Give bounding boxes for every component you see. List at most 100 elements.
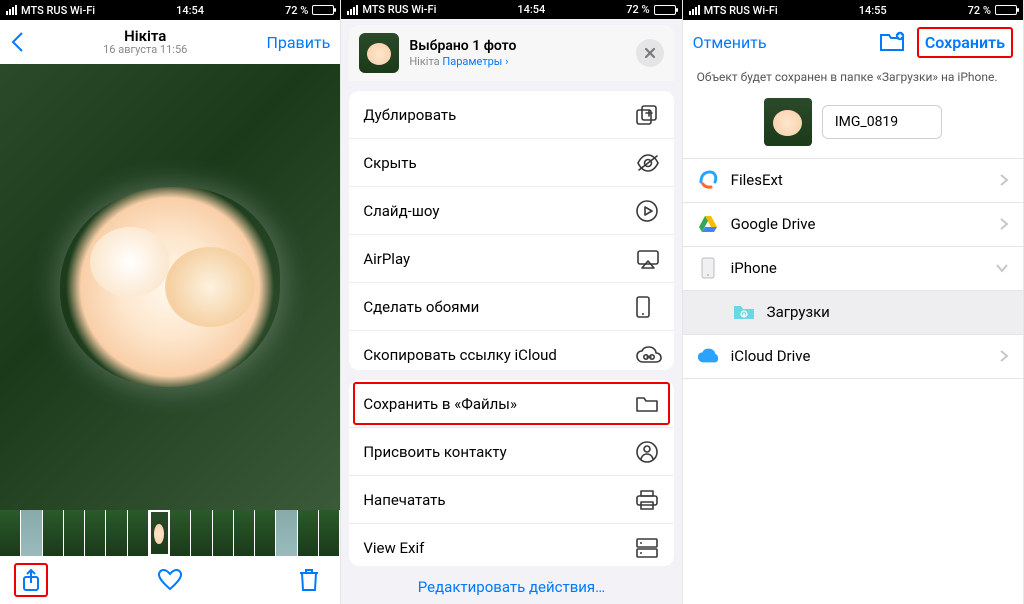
screen-save-to-files: MTS RUS Wi-Fi 14:55 72 % Отменить Сохран… [683, 0, 1024, 604]
location-label: Загрузки [767, 303, 830, 321]
chevron-right-icon [999, 173, 1009, 187]
status-time: 14:54 [176, 4, 204, 17]
action-exif[interactable]: View Exif [349, 524, 673, 566]
downloads-icon [733, 301, 755, 323]
action-label: View Exif [363, 539, 424, 557]
chevron-down-icon [995, 263, 1009, 273]
location-downloads[interactable]: Загрузки [683, 291, 1023, 335]
filename-field[interactable]: IMG_0819 [822, 105, 942, 139]
gdrive-icon [697, 213, 719, 235]
thumbnail[interactable] [298, 510, 319, 556]
save-location-message: Объект будет сохранен в папке «Загрузки»… [683, 64, 1023, 94]
action-print[interactable]: Напечатать [349, 476, 673, 524]
chevron-right-icon: › [505, 55, 508, 68]
delete-button[interactable] [292, 563, 326, 597]
icloud-icon [697, 345, 719, 367]
action-wallpaper[interactable]: Сделать обоями [349, 283, 673, 331]
thumbnail[interactable] [106, 510, 127, 556]
action-airplay[interactable]: AirPlay [349, 235, 673, 283]
thumbnail[interactable] [234, 510, 255, 556]
thumbnail-strip[interactable] [0, 510, 340, 556]
thumbnail[interactable] [21, 510, 42, 556]
action-label: Слайд-шоу [363, 202, 439, 220]
battery-icon [654, 5, 676, 15]
status-bar: MTS RUS Wi-Fi 14:54 72 % [341, 0, 681, 19]
selected-count-label: Выбрано 1 фото [409, 38, 625, 55]
action-group-1: Дублировать Скрыть Слайд-шоу AirPlayСделать… [349, 91, 673, 370]
share-options-link[interactable]: Параметры [442, 55, 502, 68]
location-label: iPhone [731, 259, 777, 277]
thumbnail[interactable] [0, 510, 21, 556]
thumbnail[interactable] [85, 510, 106, 556]
exif-icon [636, 538, 660, 558]
screen-photo-detail: MTS RUS Wi-Fi 14:54 72 % Нікіта 16 авгус… [0, 0, 341, 604]
status-bar: MTS RUS Wi-Fi 14:54 72 % [0, 0, 340, 20]
file-thumbnail [764, 98, 812, 146]
location-label: FilesExt [731, 171, 783, 189]
iphone-icon [697, 257, 719, 279]
action-label: Скрыть [363, 154, 416, 172]
thumbnail[interactable] [43, 510, 64, 556]
thumbnail[interactable] [319, 510, 340, 556]
location-icloud[interactable]: iCloud Drive [683, 335, 1023, 379]
thumbnail[interactable] [213, 510, 234, 556]
duplicate-icon [636, 105, 660, 125]
edit-actions-link[interactable]: Редактировать действия… [341, 566, 681, 604]
photo-owner-title: Нікіта [103, 28, 187, 45]
thumbnail[interactable] [191, 510, 212, 556]
signal-icon [689, 5, 700, 15]
thumbnail[interactable] [128, 510, 149, 556]
action-contact[interactable]: Присвоить контакту [349, 428, 673, 476]
file-preview: IMG_0819 [683, 94, 1023, 158]
cancel-button[interactable]: Отменить [693, 33, 767, 52]
action-play[interactable]: Слайд-шоу [349, 187, 673, 235]
battery-percent: 72 % [968, 4, 991, 17]
favorite-button[interactable] [153, 563, 187, 597]
hide-icon [636, 154, 660, 172]
status-bar: MTS RUS Wi-Fi 14:55 72 % [683, 0, 1023, 20]
battery-icon [995, 5, 1017, 15]
thumbnail[interactable] [276, 510, 297, 556]
close-button[interactable] [636, 39, 664, 67]
nav-bar: Отменить Сохранить [683, 20, 1023, 64]
edit-button[interactable]: Править [266, 33, 330, 52]
location-filesext[interactable]: FilesExt [683, 159, 1023, 203]
locations-list: FilesExt Google Drive iPhone Загрузки iCloud… [683, 158, 1023, 379]
action-label: Сохранить в «Файлы» [363, 395, 517, 413]
print-icon [636, 490, 660, 510]
bottom-toolbar [0, 556, 340, 604]
chevron-right-icon [999, 349, 1009, 363]
action-label: Присвоить контакту [363, 443, 506, 461]
location-gdrive[interactable]: Google Drive [683, 203, 1023, 247]
action-hide[interactable]: Скрыть [349, 139, 673, 187]
new-folder-button[interactable] [879, 31, 905, 53]
cloudlink-icon [636, 346, 660, 364]
location-label: iCloud Drive [731, 347, 811, 365]
action-folder[interactable]: Сохранить в «Файлы» [349, 380, 673, 428]
chevron-right-icon [999, 217, 1009, 231]
action-label: Дублировать [363, 106, 456, 124]
play-icon [636, 200, 660, 222]
action-label: Напечатать [363, 491, 445, 509]
share-sheet-header: Выбрано 1 фото Нікіта Параметры › [349, 25, 673, 81]
folder-icon [636, 395, 660, 413]
screen-share-sheet: MTS RUS Wi-Fi 14:54 72 % Выбрано 1 фото … [341, 0, 682, 604]
thumbnail[interactable] [64, 510, 85, 556]
action-cloudlink[interactable]: Скопировать ссылку iCloud [349, 331, 673, 370]
location-iphone[interactable]: iPhone [683, 247, 1023, 291]
thumbnail[interactable] [255, 510, 276, 556]
back-button[interactable] [10, 31, 24, 53]
thumbnail-selected[interactable] [149, 510, 170, 556]
battery-icon [312, 5, 334, 15]
share-thumbnail [359, 33, 399, 73]
nav-bar: Нікіта 16 августа 11:56 Править [0, 20, 340, 64]
share-owner-label: Нікіта [409, 55, 439, 68]
photo-viewer[interactable] [0, 64, 340, 510]
action-duplicate[interactable]: Дублировать [349, 91, 673, 139]
thumbnail[interactable] [170, 510, 191, 556]
share-button[interactable] [14, 563, 48, 597]
save-button[interactable]: Сохранить [917, 27, 1013, 58]
status-time: 14:54 [517, 3, 545, 16]
airplay-icon [636, 249, 660, 269]
carrier-label: MTS RUS Wi-Fi [362, 3, 436, 16]
